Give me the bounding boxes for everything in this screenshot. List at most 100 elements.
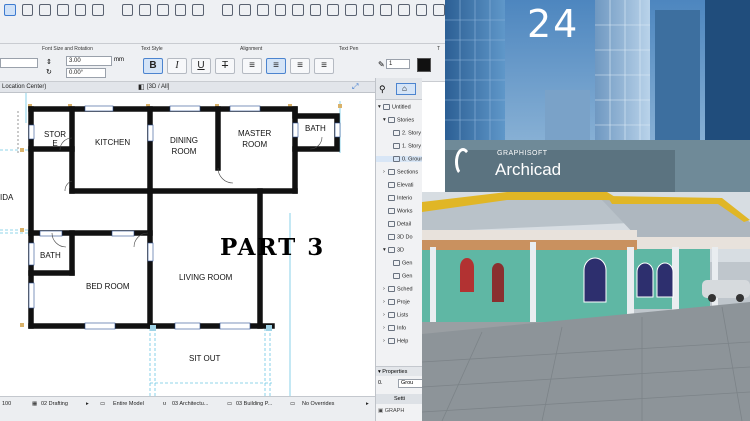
select-arrow-icon[interactable] <box>4 4 16 16</box>
paste-icon[interactable] <box>156 4 169 16</box>
model-view-combo[interactable]: Entire Model <box>113 401 144 407</box>
folder-icon <box>393 260 400 266</box>
underline-button[interactable]: U <box>191 58 211 74</box>
rotation-icon: ↻ <box>46 69 52 76</box>
navigator-item[interactable]: › Lists <box>376 312 422 318</box>
city-render-image: 24 GRAPHISOFT Archicad <box>445 0 750 192</box>
properties-combo[interactable]: Grou <box>398 379 422 388</box>
folder-icon <box>388 312 395 318</box>
room-label-store: STOR E <box>44 130 66 148</box>
align-left-button[interactable]: ≡ <box>242 58 262 74</box>
navigator-item[interactable]: 2. Story <box>376 130 422 136</box>
pen-set-combo[interactable]: 03 Architectu... <box>172 401 208 407</box>
publish-icon[interactable] <box>380 4 393 16</box>
navigator-item[interactable]: 3D Do <box>376 234 422 240</box>
navigator-item[interactable]: › Proje <box>376 299 422 305</box>
rotation-input[interactable]: 0.00° <box>66 68 106 78</box>
print-icon[interactable] <box>74 4 87 16</box>
folder-icon <box>388 182 395 188</box>
room-label-store-line2: E <box>52 139 58 148</box>
settings-icon[interactable] <box>92 4 104 16</box>
open-icon[interactable] <box>39 4 51 16</box>
layer-combo[interactable]: 02 Drafting <box>41 401 68 407</box>
align-right-button[interactable]: ≡ <box>290 58 310 74</box>
navigator-item-label: Info <box>397 325 407 332</box>
navigator-item[interactable]: Interio <box>376 195 422 201</box>
main-toolbar <box>0 0 445 44</box>
toolbar-icon-row <box>0 0 445 20</box>
alignment-group-label: Alignment <box>240 46 263 52</box>
room-label-bedroom: BED ROOM <box>86 282 130 291</box>
folder-icon <box>388 234 395 240</box>
undo-icon[interactable] <box>174 4 187 16</box>
navigator-item[interactable]: Works <box>376 208 422 214</box>
navigator-item[interactable]: › Info <box>376 325 422 331</box>
status-bar: 100 ▦ 02 Drafting ▸ ▭ Entire Model ʊ 03 … <box>0 396 375 421</box>
zoom-value[interactable]: 100 <box>2 401 11 407</box>
bold-button[interactable]: B <box>143 58 163 74</box>
part-title: PART 3 <box>220 234 326 261</box>
navigator-item[interactable]: › Sections <box>376 169 422 175</box>
navigator-item[interactable]: ▾ Stories <box>376 117 422 123</box>
trim-icon[interactable] <box>221 4 234 16</box>
navigator-item[interactable]: ▾ Untitled <box>376 104 422 110</box>
save-icon[interactable] <box>56 4 69 16</box>
align-justify-button[interactable]: ≡ <box>314 58 334 74</box>
city-render-svg <box>445 0 750 192</box>
project-map-tab[interactable]: ⌂ <box>396 83 416 95</box>
navigator-item-label: Help <box>397 338 409 345</box>
font-size-input[interactable]: 3.00 <box>66 56 112 66</box>
navigator-item[interactable]: Detail <box>376 221 422 227</box>
navigator-item[interactable]: ▾ 3D <box>376 247 422 253</box>
layer-icon[interactable] <box>292 4 304 16</box>
split-icon[interactable] <box>239 4 251 16</box>
room-label-sitout: SIT OUT <box>189 354 221 363</box>
properties-expand-icon[interactable]: ▾ <box>378 369 381 375</box>
room-label-veranda: IDA <box>0 193 14 202</box>
pen-input[interactable]: 1 <box>386 59 410 69</box>
navigator-item[interactable]: Gen <box>376 260 422 266</box>
navigator-item[interactable]: 1. Story <box>376 143 422 149</box>
override-icon: ▭ <box>290 401 296 407</box>
graphic-override-combo[interactable]: No Overrides <box>302 401 334 407</box>
navigator-item[interactable]: Elevati <box>376 182 422 188</box>
building-combo[interactable]: 03 Building P... <box>236 401 272 407</box>
navigator-item[interactable]: › Help <box>376 338 422 344</box>
cropped-group-label: T <box>437 46 441 52</box>
pen-color-swatch[interactable] <box>417 58 431 72</box>
teamwork-icon[interactable] <box>398 4 410 16</box>
zoom-icon[interactable] <box>433 4 445 16</box>
folder-icon <box>383 104 390 110</box>
tab-options-icon[interactable]: ⤢ <box>352 82 358 92</box>
folder-icon <box>388 117 395 123</box>
tab-floor-plan[interactable]: Location Center) <box>2 84 46 90</box>
navigator-item[interactable]: 0. Ground Fl <box>376 156 422 163</box>
font-select[interactable] <box>0 58 38 68</box>
folder-icon <box>388 286 395 292</box>
align-center-icon: ≡ <box>273 60 279 71</box>
align-center-button[interactable]: ≡ <box>266 58 286 74</box>
cut-icon[interactable] <box>121 4 134 16</box>
tab-3d[interactable]: [3D / All] <box>147 84 169 90</box>
dropdown-arrow-icon: ▸ <box>366 401 369 407</box>
strikethrough-button[interactable]: T <box>215 58 235 74</box>
navigator-item-label: 2. Story <box>402 130 421 137</box>
italic-button[interactable]: I <box>167 58 187 74</box>
render-icon[interactable] <box>415 4 428 16</box>
adjust-icon[interactable] <box>256 4 269 16</box>
3d-window-icon[interactable] <box>345 4 357 16</box>
plan-icon[interactable] <box>309 4 322 16</box>
section-icon[interactable] <box>327 4 340 16</box>
navigator-item[interactable]: Gen <box>376 273 422 279</box>
copy-icon[interactable] <box>139 4 151 16</box>
navigator-header: ⚲ ⌂ <box>376 78 422 100</box>
navigator-item[interactable]: › Sched <box>376 286 422 292</box>
layout-icon[interactable] <box>362 4 375 16</box>
folder-icon <box>388 208 395 214</box>
settings-button[interactable]: Setti <box>376 394 422 404</box>
navigator-pin-icon[interactable]: ⚲ <box>379 84 386 95</box>
marquee-icon[interactable] <box>21 4 34 16</box>
redo-icon[interactable] <box>192 4 204 16</box>
intersect-icon[interactable] <box>274 4 287 16</box>
font-size-icon: ⇕ <box>46 59 52 66</box>
